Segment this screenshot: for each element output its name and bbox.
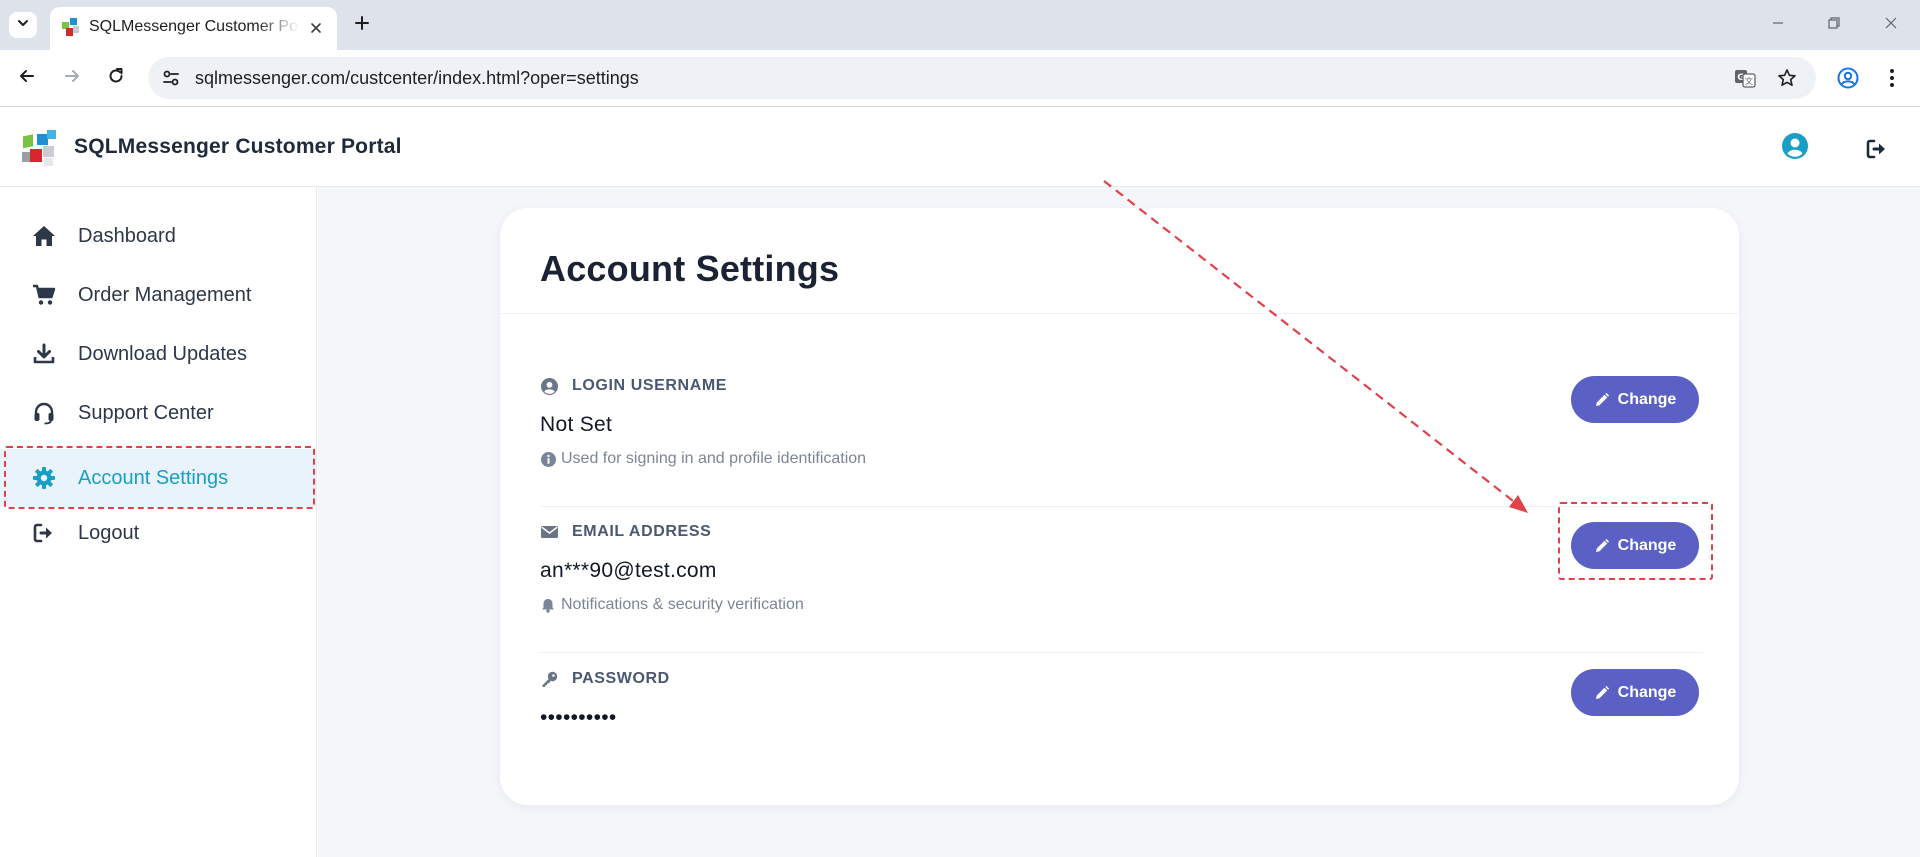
sidebar-item-label: Order Management: [78, 283, 252, 306]
sidebar-item-order-management[interactable]: Order Management: [0, 266, 316, 324]
main-content: Account Settings LOGIN USERNAME Not Set …: [318, 187, 1920, 857]
password-value: ••••••••••: [540, 706, 617, 729]
sidebar-item-dashboard[interactable]: Dashboard: [0, 207, 316, 265]
arrow-left-icon: [17, 66, 37, 91]
app-header: SQLMessenger Customer Portal: [0, 108, 1920, 187]
app-title: SQLMessenger Customer Portal: [74, 135, 402, 158]
change-password-button[interactable]: Change: [1571, 669, 1699, 716]
username-value: Not Set: [540, 413, 613, 436]
change-email-button[interactable]: Change: [1571, 522, 1699, 569]
forward-button[interactable]: [58, 64, 86, 92]
reload-icon: [106, 66, 126, 91]
sidebar: Dashboard Order Management Download Upda…: [0, 187, 317, 857]
settings-card: Account Settings LOGIN USERNAME Not Set …: [500, 208, 1739, 805]
pencil-icon: [1594, 685, 1610, 701]
reload-button[interactable]: [102, 64, 130, 92]
star-icon[interactable]: [1775, 66, 1799, 90]
cart-icon: [31, 282, 57, 308]
home-icon: [31, 223, 57, 249]
field-hint: Notifications & security verification: [540, 596, 804, 614]
envelope-icon: [540, 523, 558, 541]
button-label: Change: [1617, 390, 1677, 408]
headset-icon: [31, 400, 57, 426]
sidebar-item-label: Account Settings: [78, 466, 229, 489]
gear-icon: [31, 465, 57, 491]
header-logout-icon[interactable]: [1865, 137, 1889, 161]
url-text[interactable]: sqlmessenger.com/custcenter/index.html?o…: [195, 68, 639, 89]
page-title: Account Settings: [540, 248, 840, 289]
button-label: Change: [1617, 683, 1677, 701]
change-username-button[interactable]: Change: [1571, 376, 1699, 423]
key-icon: [540, 670, 558, 688]
user-circle-icon: [540, 377, 558, 395]
sidebar-item-support-center[interactable]: Support Center: [0, 384, 316, 442]
more-menu-icon[interactable]: [1879, 65, 1905, 91]
button-label: Change: [1617, 536, 1677, 554]
field-divider: [540, 652, 1703, 653]
restore-button[interactable]: [1822, 13, 1846, 37]
sidebar-item-label: Download Updates: [78, 342, 247, 365]
restore-icon: [1827, 16, 1841, 35]
browser-tab-bar: SQLMessenger Customer Portal: [0, 0, 1920, 50]
bell-icon: [540, 597, 556, 613]
username-field: LOGIN USERNAME Not Set Used for signing …: [540, 376, 1703, 476]
field-label: EMAIL ADDRESS: [572, 523, 712, 540]
arrow-right-icon: [62, 66, 82, 91]
email-field: EMAIL ADDRESS an***90@test.com Notificat…: [540, 522, 1703, 622]
sidebar-item-label: Logout: [78, 521, 140, 544]
field-label: LOGIN USERNAME: [572, 377, 728, 394]
title-divider: [500, 313, 1739, 314]
pencil-icon: [1594, 538, 1610, 554]
new-tab-button[interactable]: [349, 12, 375, 38]
app-logo: [20, 128, 60, 168]
email-value: an***90@test.com: [540, 559, 717, 582]
close-icon: [1884, 16, 1898, 35]
info-icon: [540, 451, 556, 467]
site-favicon-icon: [60, 16, 82, 38]
tab-search-button[interactable]: [9, 12, 37, 38]
sidebar-item-download-updates[interactable]: Download Updates: [0, 325, 316, 383]
translate-icon[interactable]: G文: [1733, 66, 1757, 90]
hint-text: Notifications & security verification: [561, 596, 804, 613]
pencil-icon: [1594, 392, 1610, 408]
sidebar-item-logout[interactable]: Logout: [0, 504, 316, 562]
close-icon[interactable]: [306, 18, 326, 38]
back-button[interactable]: [13, 64, 41, 92]
field-label: PASSWORD: [572, 670, 670, 687]
minimize-icon: [1771, 16, 1785, 35]
tab-title: SQLMessenger Customer Portal: [89, 18, 299, 35]
browser-toolbar: sqlmessenger.com/custcenter/index.html?o…: [0, 50, 1920, 107]
window-close-button[interactable]: [1879, 13, 1903, 37]
user-account-icon[interactable]: [1781, 132, 1809, 160]
download-icon: [31, 341, 57, 367]
minimize-button[interactable]: [1766, 13, 1790, 37]
password-field: PASSWORD ••••••••••: [540, 669, 1703, 729]
site-info-icon[interactable]: [158, 65, 184, 91]
hint-text: Used for signing in and profile identifi…: [561, 450, 867, 467]
logout-icon: [31, 520, 57, 546]
address-bar[interactable]: sqlmessenger.com/custcenter/index.html?o…: [148, 57, 1816, 99]
field-hint: Used for signing in and profile identifi…: [540, 450, 866, 468]
sidebar-item-account-settings[interactable]: Account Settings: [0, 449, 316, 507]
chevron-down-icon: [16, 16, 30, 35]
field-divider: [540, 506, 1703, 507]
sidebar-item-label: Support Center: [78, 401, 214, 424]
browser-tab[interactable]: SQLMessenger Customer Portal: [50, 7, 337, 50]
plus-icon: [354, 15, 370, 36]
profile-icon[interactable]: [1835, 65, 1861, 91]
svg-text:文: 文: [1745, 76, 1753, 86]
sidebar-item-label: Dashboard: [78, 224, 176, 247]
